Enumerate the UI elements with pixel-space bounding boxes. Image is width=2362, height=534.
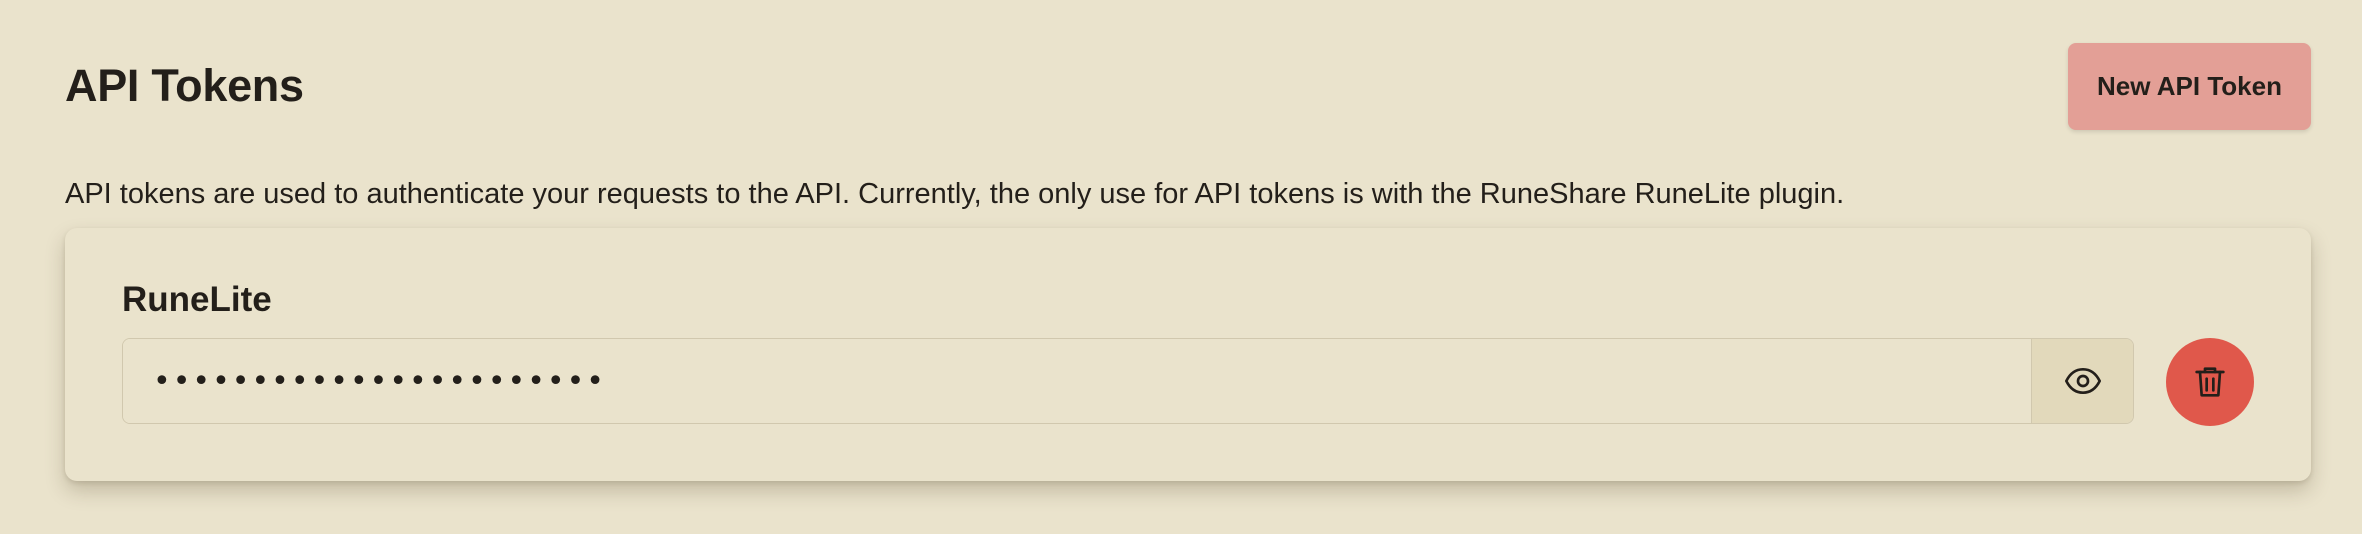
eye-icon [2064,368,2101,394]
token-value-input[interactable] [123,339,2031,423]
token-field [122,338,2134,424]
page-title: API Tokens [65,60,304,111]
token-name: RuneLite [122,280,272,319]
trash-icon [2195,367,2225,397]
delete-token-button[interactable] [2166,338,2254,426]
page-description: API tokens are used to authenticate your… [65,178,1845,210]
toggle-visibility-button[interactable] [2031,339,2133,423]
new-api-token-button[interactable]: New API Token [2068,43,2311,130]
token-card: RuneLite [65,228,2311,481]
